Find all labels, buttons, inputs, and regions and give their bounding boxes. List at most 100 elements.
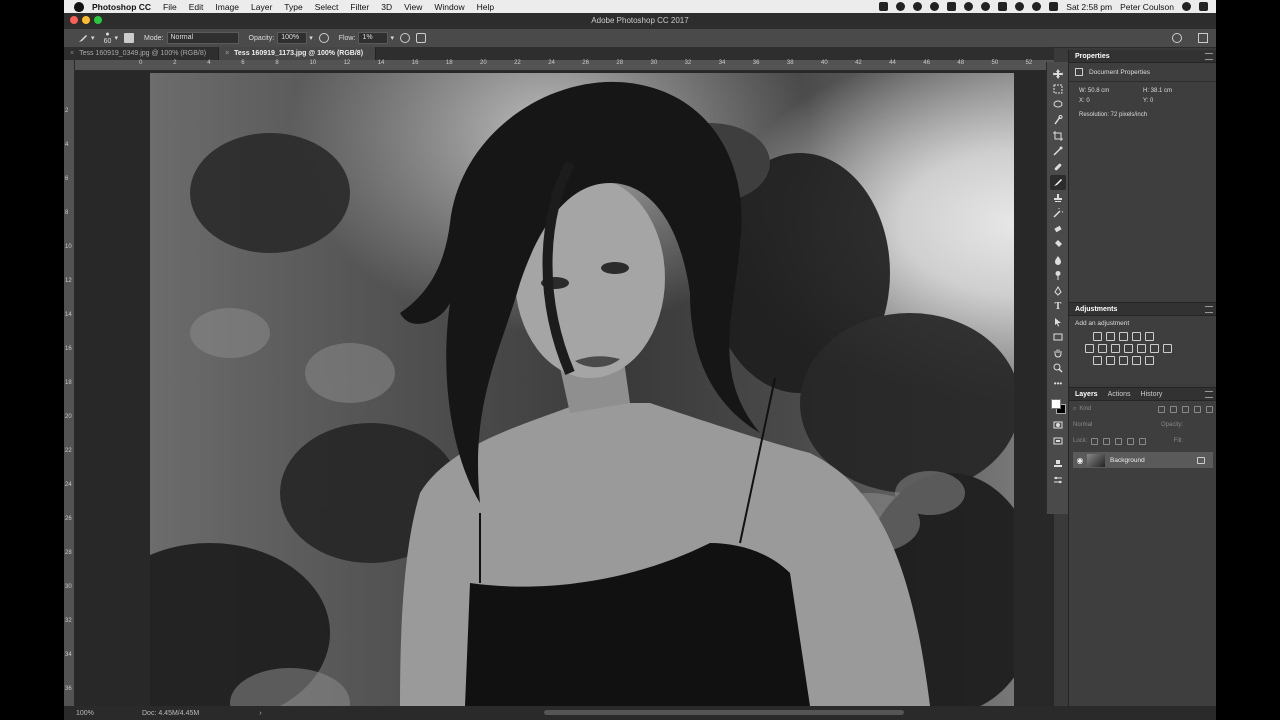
brightness-contrast-icon[interactable] <box>1093 332 1102 341</box>
width-value[interactable]: W: 50.8 cm <box>1079 88 1143 94</box>
zoom-level[interactable]: 100% <box>76 710 136 717</box>
marquee-tool[interactable] <box>1050 82 1066 98</box>
healing-brush-tool[interactable] <box>1050 159 1066 175</box>
close-icon[interactable]: × <box>225 50 229 57</box>
rectangle-tool[interactable] <box>1050 330 1066 346</box>
panel-menu-icon[interactable] <box>1205 390 1213 398</box>
filter-type-icon[interactable] <box>1182 405 1189 413</box>
menu-view[interactable]: View <box>404 2 422 12</box>
brush-panel-icon[interactable] <box>124 33 135 43</box>
selective-color-icon[interactable] <box>1145 356 1154 365</box>
hue-saturation-icon[interactable] <box>1098 344 1107 353</box>
brush-preset-picker[interactable]: ● 60 <box>101 31 115 45</box>
lock-artboard-icon[interactable] <box>1127 437 1135 445</box>
gradient-map-icon[interactable] <box>1132 356 1141 365</box>
extra-tool[interactable] <box>1050 457 1066 473</box>
chevron-down-icon[interactable]: ▾ <box>115 34 119 42</box>
search-icon[interactable] <box>1172 33 1182 43</box>
type-tool[interactable]: T <box>1050 299 1066 315</box>
visibility-eye-icon[interactable]: ◉ <box>1073 456 1087 465</box>
lasso-tool[interactable] <box>1050 97 1066 113</box>
workspace-icon[interactable] <box>1198 33 1208 43</box>
menubar-user[interactable]: Peter Coulson <box>1120 2 1174 12</box>
status-icon[interactable] <box>930 2 940 11</box>
wifi-icon[interactable] <box>1015 2 1025 11</box>
x-value[interactable]: X: 0 <box>1079 98 1143 104</box>
settings-sliders[interactable] <box>1050 472 1066 488</box>
panel-menu-icon[interactable] <box>1205 52 1213 60</box>
tab-properties[interactable]: Properties <box>1075 53 1110 60</box>
dodge-tool[interactable] <box>1050 268 1066 284</box>
color-swatches[interactable] <box>1050 392 1066 418</box>
lock-position-icon[interactable] <box>1115 437 1123 445</box>
brush-tool[interactable] <box>1050 174 1066 190</box>
invert-icon[interactable] <box>1093 356 1102 365</box>
chevron-down-icon[interactable]: ▾ <box>390 34 394 42</box>
menu-file[interactable]: File <box>163 2 177 12</box>
menu-layer[interactable]: Layer <box>251 2 272 12</box>
horizontal-scrollbar[interactable] <box>544 710 904 715</box>
eyedropper-tool[interactable] <box>1050 144 1066 160</box>
menubar-clock[interactable]: Sat 2:58 pm <box>1066 2 1112 12</box>
opacity-input[interactable]: 100% <box>277 32 308 44</box>
pressure-size-icon[interactable] <box>415 33 426 43</box>
quick-selection-tool[interactable] <box>1050 113 1066 129</box>
mode-select[interactable]: Normal <box>166 32 239 44</box>
posterize-icon[interactable] <box>1106 356 1115 365</box>
history-brush-tool[interactable] <box>1050 206 1066 222</box>
menu-type[interactable]: Type <box>284 2 302 12</box>
screen-mode-button[interactable] <box>1050 433 1066 449</box>
status-icon[interactable] <box>981 2 991 11</box>
app-menu[interactable]: Photoshop CC <box>92 2 151 12</box>
filter-kind-select[interactable]: Kind <box>1079 406 1091 412</box>
black-white-icon[interactable] <box>1124 344 1133 353</box>
tab-layers[interactable]: Layers <box>1075 391 1098 398</box>
vertical-ruler[interactable]: 2 4 6 8 10 12 14 16 18 20 22 24 26 28 30 32 34 36 <box>64 60 75 706</box>
height-value[interactable]: H: 38.1 cm <box>1143 88 1207 94</box>
chevron-down-icon[interactable]: ▾ <box>91 34 95 42</box>
notification-icon[interactable] <box>1199 2 1208 11</box>
chevron-down-icon[interactable]: ▾ <box>309 34 313 42</box>
color-balance-icon[interactable] <box>1111 344 1120 353</box>
close-icon[interactable]: × <box>70 50 74 57</box>
tab-actions[interactable]: Actions <box>1108 391 1131 398</box>
levels-icon[interactable] <box>1106 332 1115 341</box>
filter-adjustment-icon[interactable] <box>1170 405 1177 413</box>
battery-icon[interactable] <box>1049 2 1059 11</box>
lock-transparent-icon[interactable] <box>1091 437 1099 445</box>
document-tab[interactable]: × Tess 160919_0349.jpg @ 100% (RGB/8) <box>64 47 220 60</box>
path-selection-tool[interactable] <box>1050 314 1066 330</box>
layer-background[interactable]: ◉ Background <box>1073 452 1213 468</box>
channel-mixer-icon[interactable] <box>1150 344 1159 353</box>
menu-image[interactable]: Image <box>215 2 239 12</box>
zoom-tool[interactable] <box>1050 361 1066 377</box>
photo-filter-icon[interactable] <box>1137 344 1146 353</box>
menu-filter[interactable]: Filter <box>350 2 369 12</box>
status-icon[interactable] <box>947 2 957 11</box>
paint-bucket-tool[interactable] <box>1050 237 1066 253</box>
screen-icon[interactable] <box>879 2 889 11</box>
document-image[interactable] <box>150 73 1014 706</box>
document-tab-active[interactable]: × Tess 160919_1173.jpg @ 100% (RGB/8) <box>219 47 377 60</box>
exposure-icon[interactable] <box>1132 332 1141 341</box>
pen-tool[interactable] <box>1050 283 1066 299</box>
blend-mode-select[interactable]: Normal <box>1073 422 1092 428</box>
flow-input[interactable]: 1% <box>358 32 389 44</box>
status-icon[interactable] <box>964 2 974 11</box>
spotlight-icon[interactable] <box>1182 2 1191 11</box>
curves-icon[interactable] <box>1119 332 1128 341</box>
status-icon[interactable] <box>998 2 1008 11</box>
menu-select[interactable]: Select <box>315 2 339 12</box>
more-tools[interactable]: ••• <box>1050 376 1066 392</box>
crop-tool[interactable] <box>1050 128 1066 144</box>
apple-icon[interactable] <box>74 1 84 12</box>
gradient-triangle-icon[interactable] <box>1145 332 1154 341</box>
lock-pixels-icon[interactable] <box>1103 437 1111 445</box>
filter-smart-icon[interactable] <box>1206 405 1213 413</box>
tab-adjustments[interactable]: Adjustments <box>1075 306 1117 313</box>
lock-all-icon[interactable] <box>1139 437 1147 445</box>
menu-edit[interactable]: Edit <box>189 2 204 12</box>
quick-mask-button[interactable] <box>1050 418 1066 434</box>
filter-shape-icon[interactable] <box>1194 405 1201 413</box>
menu-window[interactable]: Window <box>434 2 464 12</box>
